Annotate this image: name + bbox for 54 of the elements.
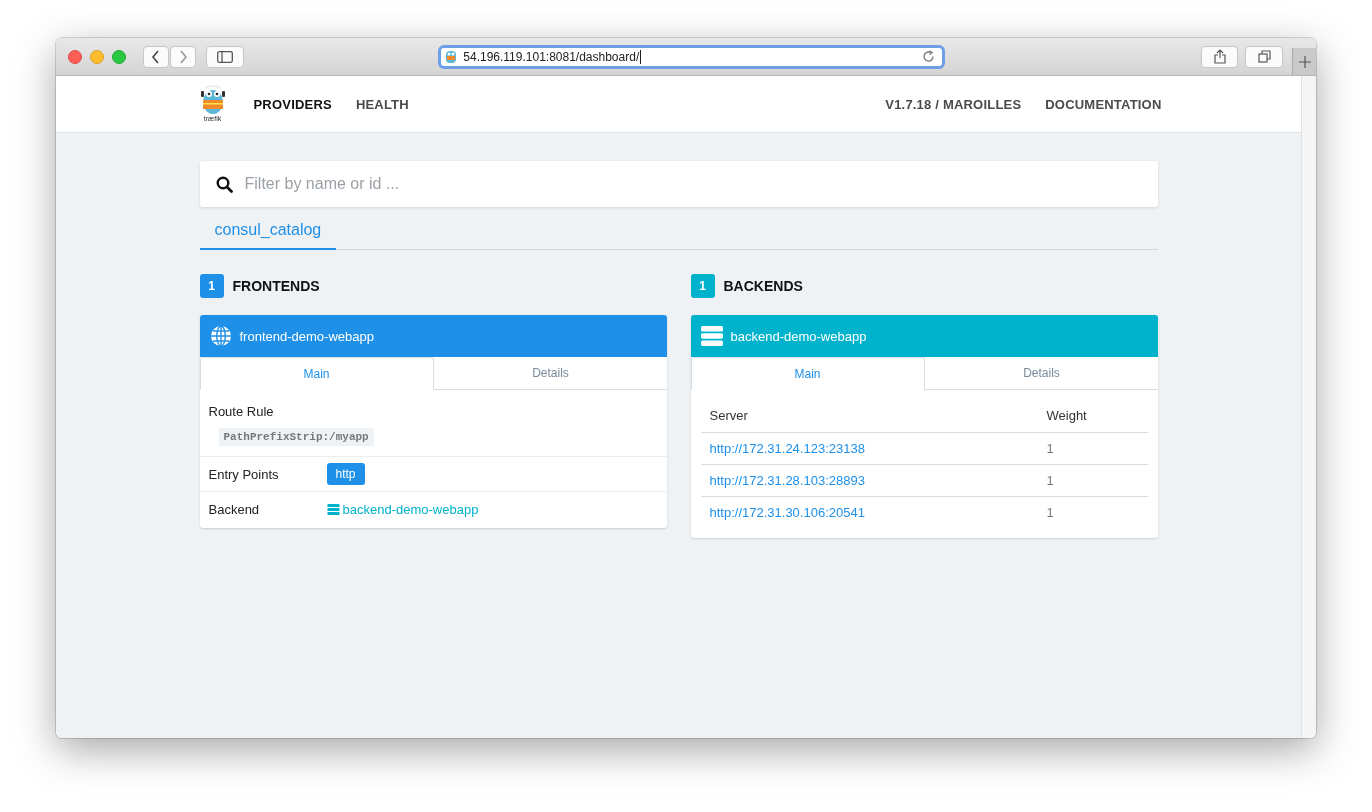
sidebar-icon	[216, 50, 233, 63]
route-rule-code: PathPrefixStrip:/myapp	[218, 428, 374, 446]
search-input[interactable]: Filter by name or id ...	[242, 174, 1142, 194]
field-label: Entry Points	[208, 466, 280, 482]
address-bar[interactable]: 54.196.119.101:8081/dashboard/	[438, 44, 945, 69]
favicon-icon	[445, 49, 458, 64]
server-link[interactable]: http://172.31.28.103:28893	[709, 473, 865, 488]
gopher-mascot-icon	[199, 85, 226, 115]
server-link[interactable]: http://172.31.24.123:23138	[709, 441, 865, 456]
search-field[interactable]: Filter by name or id ...	[199, 161, 1158, 207]
count-badge: 1	[199, 274, 224, 298]
backend-link[interactable]: backend-demo-webapp	[326, 501, 479, 517]
share-button[interactable]	[1200, 45, 1239, 68]
tabs-overview-button[interactable]	[1245, 45, 1284, 68]
column-header: Server	[700, 398, 1038, 433]
card-title: frontend-demo-webapp	[239, 328, 374, 344]
back-button[interactable]	[143, 45, 169, 68]
column-header: Weight	[1037, 398, 1148, 433]
card-tab[interactable]: Details	[433, 357, 667, 389]
window-minimize-button[interactable]	[90, 49, 104, 64]
count-badge: 1	[690, 274, 715, 298]
window-close-button[interactable]	[68, 49, 82, 64]
url-text: 54.196.119.101:8081/dashboard/	[463, 49, 642, 64]
server-link[interactable]: http://172.31.30.106:20541	[709, 505, 865, 520]
nav-link[interactable]: DOCUMENTATION	[1045, 96, 1162, 112]
tabs-icon	[1257, 50, 1271, 63]
new-tab-button[interactable]	[1292, 48, 1316, 75]
table-cell: 1	[1046, 505, 1054, 520]
plus-icon	[1298, 55, 1311, 68]
section-title: BACKENDS	[723, 278, 803, 294]
card-tab[interactable]: Main	[690, 357, 925, 390]
window-zoom-button[interactable]	[112, 49, 126, 64]
share-icon	[1213, 49, 1226, 64]
search-icon	[215, 175, 233, 193]
entry-point-tag: http	[326, 463, 365, 485]
server-icon	[700, 326, 723, 346]
reload-icon	[921, 50, 935, 63]
nav-link[interactable]: PROVIDERS	[253, 96, 332, 112]
card-title: backend-demo-webapp	[730, 328, 867, 344]
globe-icon	[209, 325, 232, 347]
server-icon	[326, 503, 340, 515]
table-cell: 1	[1046, 441, 1054, 456]
chevron-left-icon	[151, 49, 161, 64]
section-title: FRONTENDS	[232, 278, 320, 294]
nav-link[interactable]: HEALTH	[355, 96, 409, 112]
chevron-right-icon	[178, 49, 188, 64]
field-label: Route Rule	[208, 404, 274, 419]
table-cell: 1	[1046, 473, 1054, 488]
card-tab[interactable]: Main	[199, 357, 434, 390]
sidebar-button[interactable]	[206, 45, 244, 68]
provider-tab[interactable]: consul_catalog	[199, 215, 337, 250]
field-label: Backend	[208, 501, 261, 517]
nav-link[interactable]: V1.7.18 / MAROILLES	[885, 96, 1022, 112]
card-tab[interactable]: Details	[924, 357, 1158, 389]
